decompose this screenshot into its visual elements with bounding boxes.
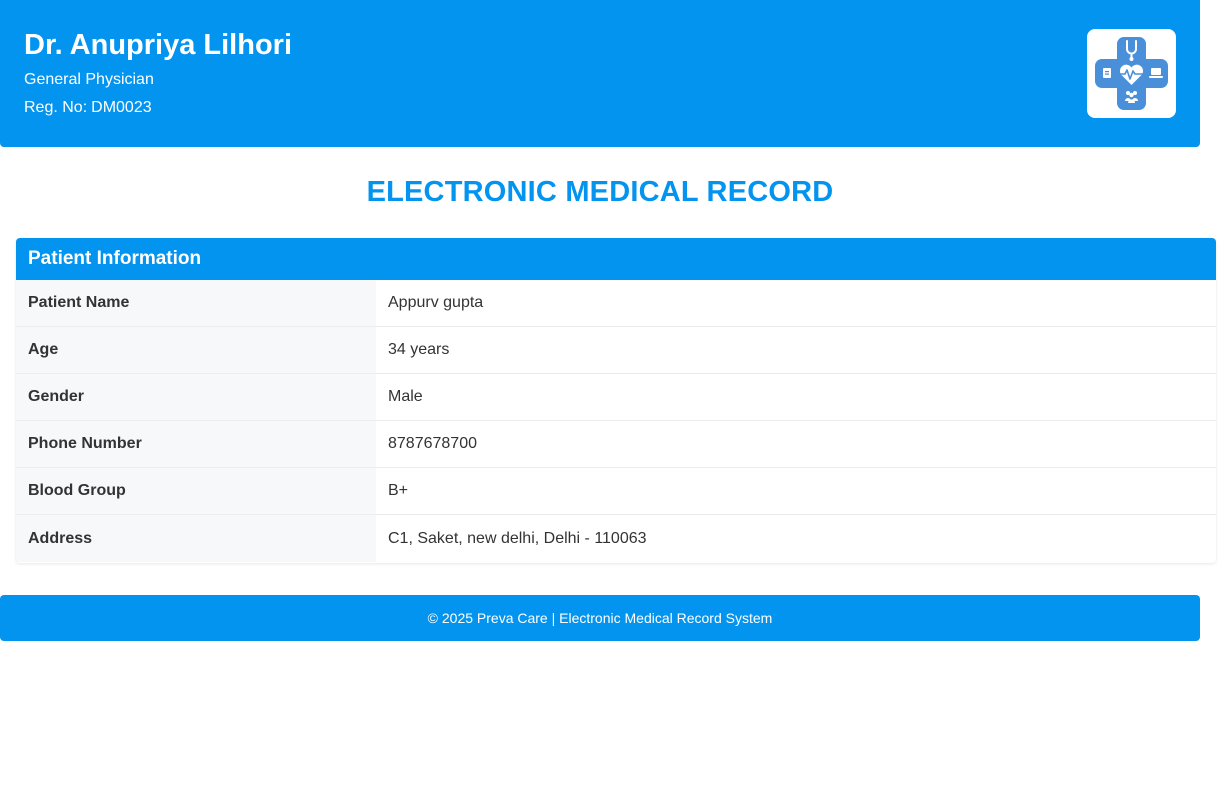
- gender-value: Male: [376, 373, 1216, 421]
- reg-label: Reg. No:: [24, 99, 88, 116]
- age-label: Age: [16, 326, 376, 374]
- table-row: Phone Number 8787678700: [16, 420, 1216, 468]
- doctor-name: Dr. Anupriya Lilhori: [24, 29, 293, 61]
- patient-information-card: Patient Information Patient Name Appurv …: [16, 238, 1216, 563]
- page-title: ELECTRONIC MEDICAL RECORD: [366, 176, 834, 208]
- blood-group-value: B+: [376, 467, 1216, 515]
- reg-number: DM0023: [91, 99, 152, 116]
- doctor-registration: Reg. No: DM0023: [24, 98, 152, 118]
- doctor-specialty: General Physician: [24, 71, 154, 88]
- medical-cross-logo-icon: [1087, 29, 1176, 118]
- age-value: 34 years: [376, 326, 1216, 374]
- footer-text: © 2025 Preva Care | Electronic Medical R…: [427, 610, 773, 626]
- table-row: Gender Male: [16, 373, 1216, 421]
- patient-information-table: Patient Name Appurv gupta Age 34 years G…: [16, 280, 1216, 562]
- phone-number-label: Phone Number: [16, 420, 376, 468]
- doctor-header: Dr. Anupriya Lilhori General Physician R…: [0, 0, 1200, 147]
- phone-number-value: 8787678700: [376, 420, 1216, 468]
- gender-label: Gender: [16, 373, 376, 421]
- table-row: Blood Group B+: [16, 467, 1216, 515]
- patient-name-label: Patient Name: [16, 280, 376, 327]
- patient-name-value: Appurv gupta: [376, 280, 1216, 327]
- address-label: Address: [16, 514, 376, 562]
- blood-group-label: Blood Group: [16, 467, 376, 515]
- patient-information-heading: Patient Information: [16, 238, 1216, 280]
- footer: © 2025 Preva Care | Electronic Medical R…: [0, 595, 1200, 641]
- table-row: Patient Name Appurv gupta: [16, 280, 1216, 327]
- table-row: Age 34 years: [16, 326, 1216, 374]
- address-value: C1, Saket, new delhi, Delhi - 110063: [376, 514, 1216, 562]
- table-row: Address C1, Saket, new delhi, Delhi - 11…: [16, 514, 1216, 562]
